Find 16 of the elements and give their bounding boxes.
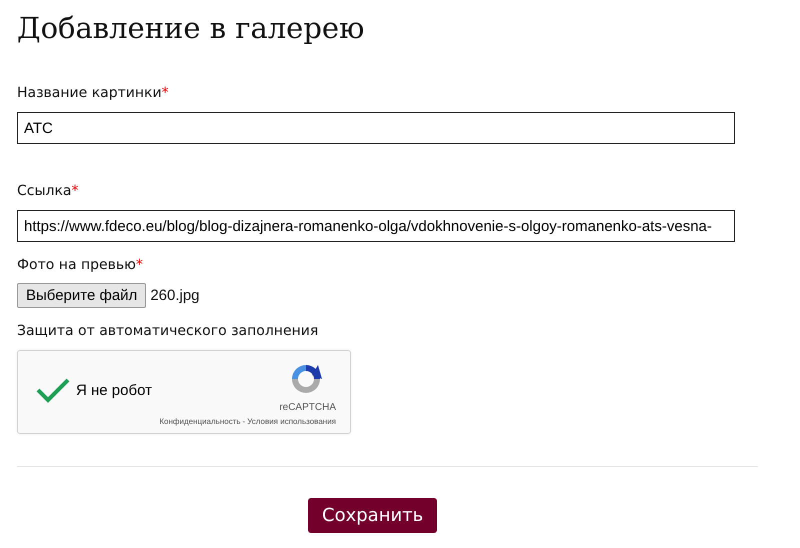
field-label: Ссылка* <box>17 182 79 200</box>
text-input[interactable]: https://www.fdeco.eu/blog/blog-dizajnera-romanenko-olga/vdokhnovenie-s-olgoy-romanenko-ats-vesna- <box>17 210 735 242</box>
captcha-brand: reCAPTCHA <box>279 402 336 413</box>
save-button[interactable]: Сохранить <box>308 498 438 533</box>
field-label: Название картинки* <box>17 84 169 102</box>
choose-file-button[interactable]: Выберите файл <box>17 283 146 308</box>
check-icon[interactable] <box>36 377 70 403</box>
page-title: Добавление в галерею <box>17 10 366 47</box>
text-input[interactable]: АТС <box>17 112 735 144</box>
terms-link[interactable]: Условия использования <box>247 417 336 426</box>
captcha-label: Я не робот <box>76 382 152 399</box>
privacy-link[interactable]: Конфиденциальность <box>159 417 241 426</box>
field-label: Фото на превью* <box>17 256 143 274</box>
link-separator: - <box>242 417 246 426</box>
file-name: 260.jpg <box>150 287 200 304</box>
field-label: Защита от автоматического заполнения <box>17 322 318 340</box>
